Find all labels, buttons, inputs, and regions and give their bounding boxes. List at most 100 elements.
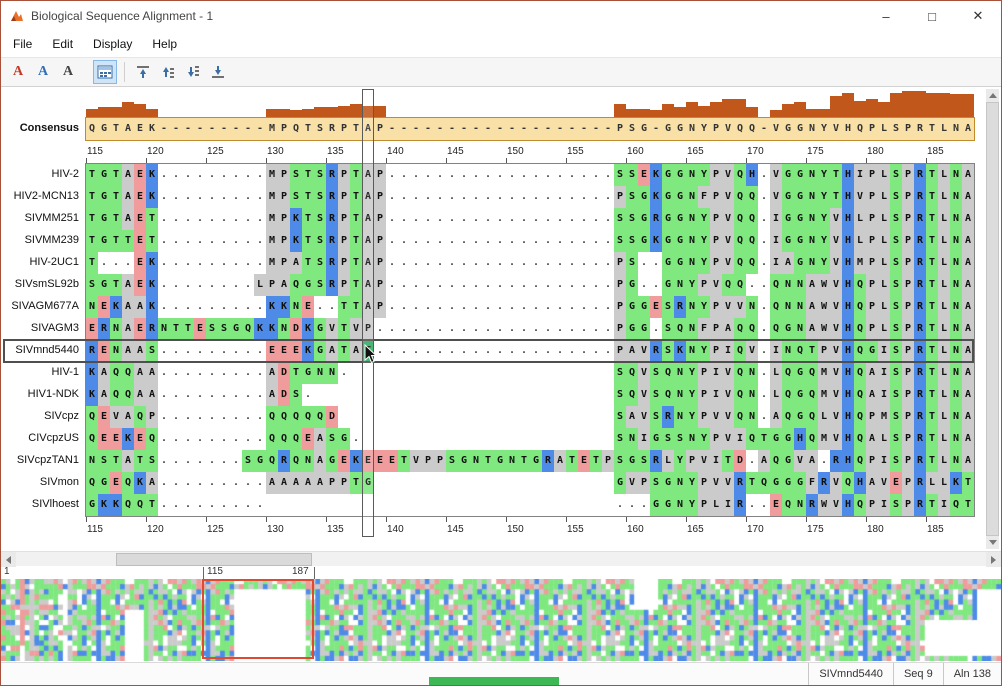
residue-cell[interactable]: A [122, 164, 134, 186]
residue-cell[interactable]: . [530, 164, 542, 186]
residue-cell[interactable]: A [770, 406, 782, 428]
residue-cell[interactable]: . [206, 296, 218, 318]
residue-cell[interactable]: V [638, 406, 650, 428]
residue-cell[interactable] [374, 472, 386, 494]
residue-cell[interactable] [434, 384, 446, 406]
residue-cell[interactable]: E [134, 274, 146, 296]
residue-cell[interactable]: . [194, 494, 206, 516]
residue-cell[interactable]: Q [734, 362, 746, 384]
residue-cell[interactable]: . [218, 164, 230, 186]
residue-cell[interactable] [602, 428, 614, 450]
residue-cell[interactable]: A [962, 164, 974, 186]
residue-cell[interactable] [530, 362, 542, 384]
residue-cell[interactable]: . [638, 252, 650, 274]
residue-cell[interactable] [542, 472, 554, 494]
residue-cell[interactable]: E [98, 406, 110, 428]
residue-cell[interactable]: A [122, 274, 134, 296]
residue-cell[interactable]: T [110, 230, 122, 252]
residue-cell[interactable]: Q [626, 362, 638, 384]
residue-cell[interactable]: K [650, 164, 662, 186]
residue-cell[interactable]: . [410, 230, 422, 252]
residue-cell[interactable]: G [98, 472, 110, 494]
residue-cell[interactable]: A [266, 472, 278, 494]
residue-cell[interactable]: P [866, 118, 878, 140]
residue-cell[interactable]: . [518, 230, 530, 252]
residue-cell[interactable]: . [758, 274, 770, 296]
residue-cell[interactable]: . [218, 208, 230, 230]
residue-cell[interactable]: G [782, 428, 794, 450]
residue-cell[interactable] [410, 362, 422, 384]
residue-cell[interactable] [530, 428, 542, 450]
residue-cell[interactable]: . [446, 274, 458, 296]
residue-cell[interactable]: Q [734, 164, 746, 186]
residue-cell[interactable]: N [746, 296, 758, 318]
horizontal-scrollbar[interactable] [1, 551, 1001, 567]
residue-cell[interactable] [566, 428, 578, 450]
residue-cell[interactable]: - [530, 118, 542, 140]
residue-cell[interactable]: . [206, 384, 218, 406]
residue-cell[interactable] [494, 472, 506, 494]
residue-cell[interactable] [602, 384, 614, 406]
residue-cell[interactable]: L [938, 472, 950, 494]
residue-cell[interactable]: G [782, 450, 794, 472]
residue-cell[interactable]: . [182, 384, 194, 406]
residue-cell[interactable]: N [746, 384, 758, 406]
scroll-left-arrow[interactable] [1, 552, 16, 567]
residue-cell[interactable]: G [638, 118, 650, 140]
residue-cell[interactable]: P [866, 406, 878, 428]
residue-cell[interactable]: P [710, 208, 722, 230]
residue-cell[interactable]: Q [122, 384, 134, 406]
residue-cell[interactable]: . [170, 406, 182, 428]
residue-cell[interactable]: N [686, 318, 698, 340]
residue-cell[interactable]: V [326, 318, 338, 340]
residue-cell[interactable]: Q [662, 384, 674, 406]
residue-cell[interactable]: P [902, 318, 914, 340]
sequence-name[interactable]: SIVAGM3 [1, 317, 85, 339]
residue-cell[interactable]: P [338, 274, 350, 296]
residue-cell[interactable]: R [914, 186, 926, 208]
residue-cell[interactable]: V [830, 252, 842, 274]
residue-cell[interactable]: I [854, 164, 866, 186]
residue-cell[interactable]: N [794, 274, 806, 296]
residue-cell[interactable]: . [170, 296, 182, 318]
residue-cell[interactable]: . [254, 208, 266, 230]
residue-cell[interactable]: T [110, 274, 122, 296]
residue-cell[interactable]: V [830, 118, 842, 140]
residue-cell[interactable]: E [98, 296, 110, 318]
residue-cell[interactable]: L [878, 252, 890, 274]
residue-cell[interactable]: . [530, 208, 542, 230]
residue-cell[interactable] [410, 472, 422, 494]
residue-cell[interactable]: L [878, 230, 890, 252]
residue-cell[interactable]: P [278, 186, 290, 208]
residue-cell[interactable]: N [278, 318, 290, 340]
residue-cell[interactable]: T [518, 450, 530, 472]
residue-cell[interactable]: A [266, 362, 278, 384]
residue-cell[interactable]: . [422, 186, 434, 208]
residue-cell[interactable]: G [782, 164, 794, 186]
residue-cell[interactable]: . [410, 208, 422, 230]
residue-cell[interactable]: . [170, 186, 182, 208]
residue-cell[interactable]: Q [782, 362, 794, 384]
residue-cell[interactable]: . [530, 186, 542, 208]
residue-cell[interactable]: S [650, 384, 662, 406]
residue-cell[interactable]: . [434, 296, 446, 318]
residue-cell[interactable] [542, 406, 554, 428]
residue-cell[interactable]: D [326, 406, 338, 428]
residue-cell[interactable]: P [902, 230, 914, 252]
residue-cell[interactable]: . [494, 274, 506, 296]
residue-cell[interactable]: . [506, 230, 518, 252]
residue-cell[interactable]: T [134, 450, 146, 472]
residue-cell[interactable]: S [614, 362, 626, 384]
residue-cell[interactable]: P [146, 406, 158, 428]
residue-cell[interactable]: N [950, 186, 962, 208]
residue-cell[interactable]: E [110, 428, 122, 450]
residue-cell[interactable]: P [902, 472, 914, 494]
residue-cell[interactable]: P [866, 186, 878, 208]
residue-cell[interactable]: . [182, 274, 194, 296]
residue-cell[interactable] [482, 362, 494, 384]
residue-cell[interactable] [494, 428, 506, 450]
residue-cell[interactable]: Y [686, 472, 698, 494]
residue-cell[interactable]: Q [770, 318, 782, 340]
residue-cell[interactable]: L [770, 384, 782, 406]
residue-cell[interactable]: . [494, 208, 506, 230]
